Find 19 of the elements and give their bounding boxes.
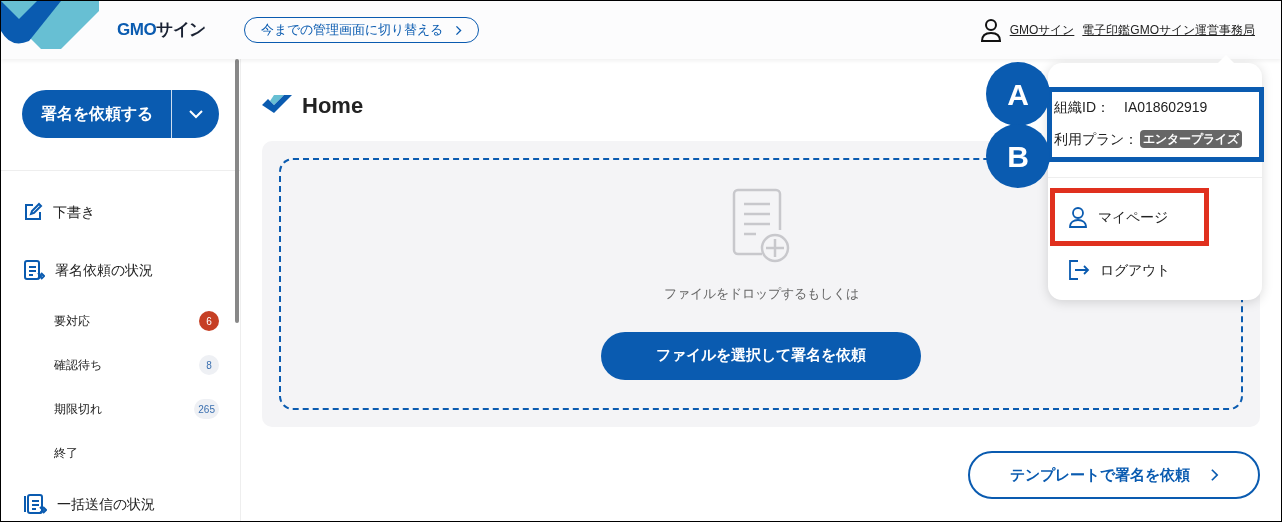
subitem-label: 終了 — [54, 445, 79, 462]
plan-label: 利用プラン： — [1054, 129, 1138, 149]
org-id-value: IA018602919 — [1124, 97, 1208, 117]
plan-badge: エンタープライズ — [1140, 130, 1242, 148]
org-id-label: 組織ID： — [1054, 97, 1110, 117]
sidebar-item-label: 署名依頼の状況 — [55, 260, 153, 280]
callout-marker: A — [986, 62, 1050, 126]
subitem-label: 期限切れ — [54, 401, 103, 418]
subitem-label: 要対応 — [54, 313, 91, 330]
subitem-label: 確認待ち — [54, 357, 103, 374]
count-badge: 265 — [194, 399, 219, 419]
logo-wordmark: GMOサイン — [117, 19, 207, 42]
count-badge: 8 — [199, 355, 219, 375]
sidebar-item-label: 下書き — [53, 202, 95, 222]
callout-marker: B — [986, 124, 1050, 188]
drop-hint: ファイルをドロップするもしくは — [663, 285, 859, 303]
count-badge: 6 — [199, 311, 219, 331]
sidebar-item-label: 一括送信の状況 — [57, 494, 155, 514]
page-title: Home — [302, 91, 364, 120]
